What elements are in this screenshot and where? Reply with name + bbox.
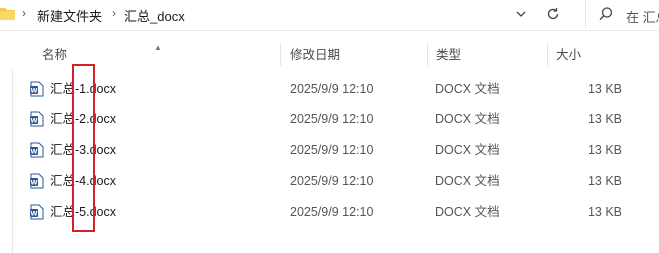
search-input[interactable]: 在 汇总 (626, 7, 659, 26)
chevron-right-icon: › (112, 6, 116, 20)
search-icon (599, 7, 613, 21)
word-document-icon: W (30, 173, 44, 189)
file-row[interactable]: W 汇总-4.docx 2025/9/9 12:10 DOCX 文档 13 KB (12, 166, 632, 196)
file-row[interactable]: W 汇总-5.docx 2025/9/9 12:10 DOCX 文档 13 KB (12, 197, 632, 227)
svg-text:W: W (30, 87, 37, 95)
file-date: 2025/9/9 12:10 (290, 174, 374, 188)
file-size: 13 KB (587, 205, 622, 219)
column-date[interactable]: 修改日期 (290, 40, 340, 70)
column-divider[interactable] (547, 44, 548, 66)
top-bar: › 新建文件夹 › 汇总_docx 在 汇总 (0, 0, 659, 30)
file-type: DOCX 文档 (435, 112, 500, 126)
file-type: DOCX 文档 (435, 143, 500, 157)
word-document-icon: W (30, 142, 44, 158)
svg-text:W: W (30, 148, 37, 156)
sort-arrow-icon: ▲ (154, 43, 162, 52)
breadcrumb-item[interactable]: 新建文件夹 (37, 6, 102, 25)
annotation-highlight-box (72, 64, 95, 232)
file-date: 2025/9/9 12:10 (290, 143, 374, 157)
chevron-down-icon[interactable] (512, 5, 530, 23)
file-date: 2025/9/9 12:10 (290, 205, 374, 219)
word-document-icon: W (30, 111, 44, 127)
folder-icon (0, 8, 15, 20)
svg-text:W: W (30, 210, 37, 218)
toolbar-divider (0, 30, 659, 31)
svg-text:W: W (30, 117, 37, 125)
refresh-icon[interactable] (544, 5, 562, 23)
word-document-icon: W (30, 81, 44, 97)
column-divider[interactable] (280, 44, 281, 66)
breadcrumb-item[interactable]: 汇总_docx (124, 6, 185, 25)
file-type: DOCX 文档 (435, 82, 500, 96)
svg-text:W: W (30, 179, 37, 187)
file-type: DOCX 文档 (435, 205, 500, 219)
word-document-icon: W (30, 204, 44, 220)
column-divider[interactable] (427, 44, 428, 66)
file-date: 2025/9/9 12:10 (290, 82, 374, 96)
column-type[interactable]: 类型 (436, 40, 461, 70)
column-size[interactable]: 大小 (556, 40, 581, 70)
file-size: 13 KB (587, 82, 622, 96)
file-row[interactable]: W 汇总-2.docx 2025/9/9 12:10 DOCX 文档 13 KB (12, 104, 632, 134)
file-type: DOCX 文档 (435, 174, 500, 188)
search-box[interactable]: 在 汇总 (585, 0, 659, 28)
file-size: 13 KB (587, 112, 622, 126)
chevron-right-icon: › (22, 6, 26, 20)
file-size: 13 KB (587, 143, 622, 157)
file-row[interactable]: W 汇总-3.docx 2025/9/9 12:10 DOCX 文档 13 KB (12, 135, 632, 165)
column-name[interactable]: 名称 (42, 40, 67, 70)
file-date: 2025/9/9 12:10 (290, 112, 374, 126)
file-size: 13 KB (587, 174, 622, 188)
address-bar[interactable]: › 新建文件夹 › 汇总_docx (0, 0, 573, 28)
file-row[interactable]: W 汇总-1.docx 2025/9/9 12:10 DOCX 文档 13 KB (12, 74, 632, 104)
column-header: ▲ 名称 修改日期 类型 大小 (0, 40, 659, 70)
